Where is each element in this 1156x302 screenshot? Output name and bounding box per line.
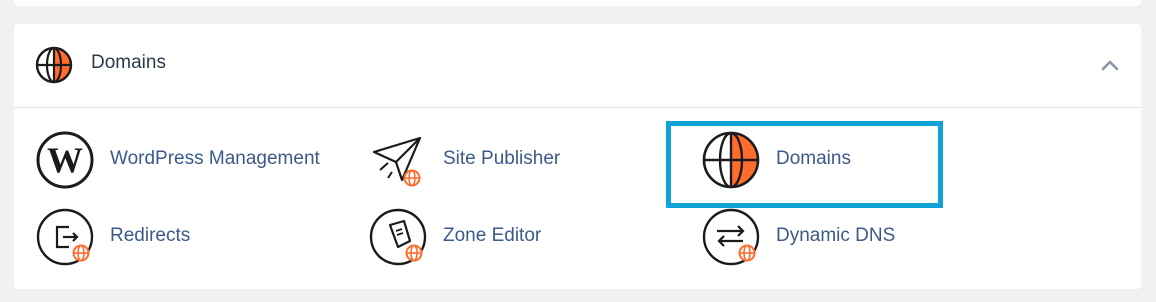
redirects-link[interactable]: Redirects [35,207,235,267]
item-label: Dynamic DNS [776,225,896,246]
site-publisher-link[interactable]: Site Publisher [368,130,618,190]
item-label: WordPress Management [110,148,320,169]
swap-arrows-icon [702,208,760,266]
globe-icon [35,46,73,84]
previous-panel-edge [14,0,1141,6]
domains-section-header[interactable]: Domains [14,24,1141,108]
paper-plane-globe-icon [372,136,422,187]
item-label: Zone Editor [443,225,542,246]
item-label: Domains [776,148,851,169]
section-title: Domains [91,52,166,73]
dynamic-dns-link[interactable]: Dynamic DNS [701,207,931,267]
chevron-up-icon[interactable] [1101,56,1119,74]
zone-editor-icon [369,208,427,266]
domains-link[interactable]: Domains [701,130,921,190]
globe-icon [702,131,760,189]
wordpress-management-link[interactable]: W WordPress Management [35,130,345,190]
domains-panel: Domains W WordPress Management Site Publ… [14,24,1141,289]
svg-text:W: W [47,140,83,180]
item-label: Site Publisher [443,148,561,169]
wordpress-icon: W [36,131,94,189]
zone-editor-link[interactable]: Zone Editor [368,207,588,267]
redirect-arrow-icon [36,208,94,266]
item-label: Redirects [110,225,191,246]
